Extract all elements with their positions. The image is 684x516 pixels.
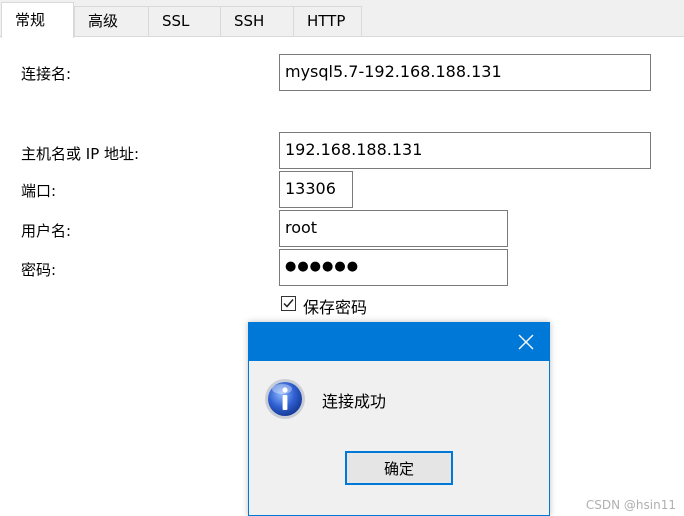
user-input[interactable]: root — [279, 210, 508, 247]
dialog-body: 连接成功 — [249, 361, 549, 461]
port-label: 端口: — [21, 182, 57, 200]
close-icon[interactable] — [517, 333, 535, 351]
connection-name-input[interactable]: mysql5.7-192.168.188.131 — [279, 54, 651, 91]
dialog-message: 连接成功 — [322, 392, 387, 411]
host-input[interactable]: 192.168.188.131 — [279, 132, 651, 169]
password-label: 密码: — [21, 261, 57, 279]
message-dialog: 连接成功 确定 — [248, 322, 550, 516]
password-input[interactable]: ●●●●●● — [279, 249, 508, 286]
tab-ssl[interactable]: SSL — [148, 6, 221, 36]
port-input[interactable]: 13306 — [279, 171, 353, 208]
save-password-label: 保存密码 — [303, 298, 368, 317]
tab-ssh[interactable]: SSH — [220, 6, 294, 36]
checkmark-icon — [283, 299, 294, 308]
ok-button[interactable]: 确定 — [345, 451, 453, 485]
info-icon — [265, 379, 305, 419]
dialog-titlebar — [249, 323, 549, 361]
host-label: 主机名或 IP 地址: — [21, 145, 140, 163]
watermark: CSDN @hsin11 — [585, 498, 676, 512]
connection-name-label: 连接名: — [21, 65, 72, 83]
user-label: 用户名: — [21, 222, 72, 240]
tab-general[interactable]: 常规 — [1, 2, 74, 38]
tab-http[interactable]: HTTP — [293, 6, 362, 36]
save-password-checkbox[interactable] — [281, 296, 296, 311]
tab-bar: 常规 高级 SSL SSH HTTP — [0, 0, 684, 38]
tab-advanced[interactable]: 高级 — [74, 6, 149, 36]
